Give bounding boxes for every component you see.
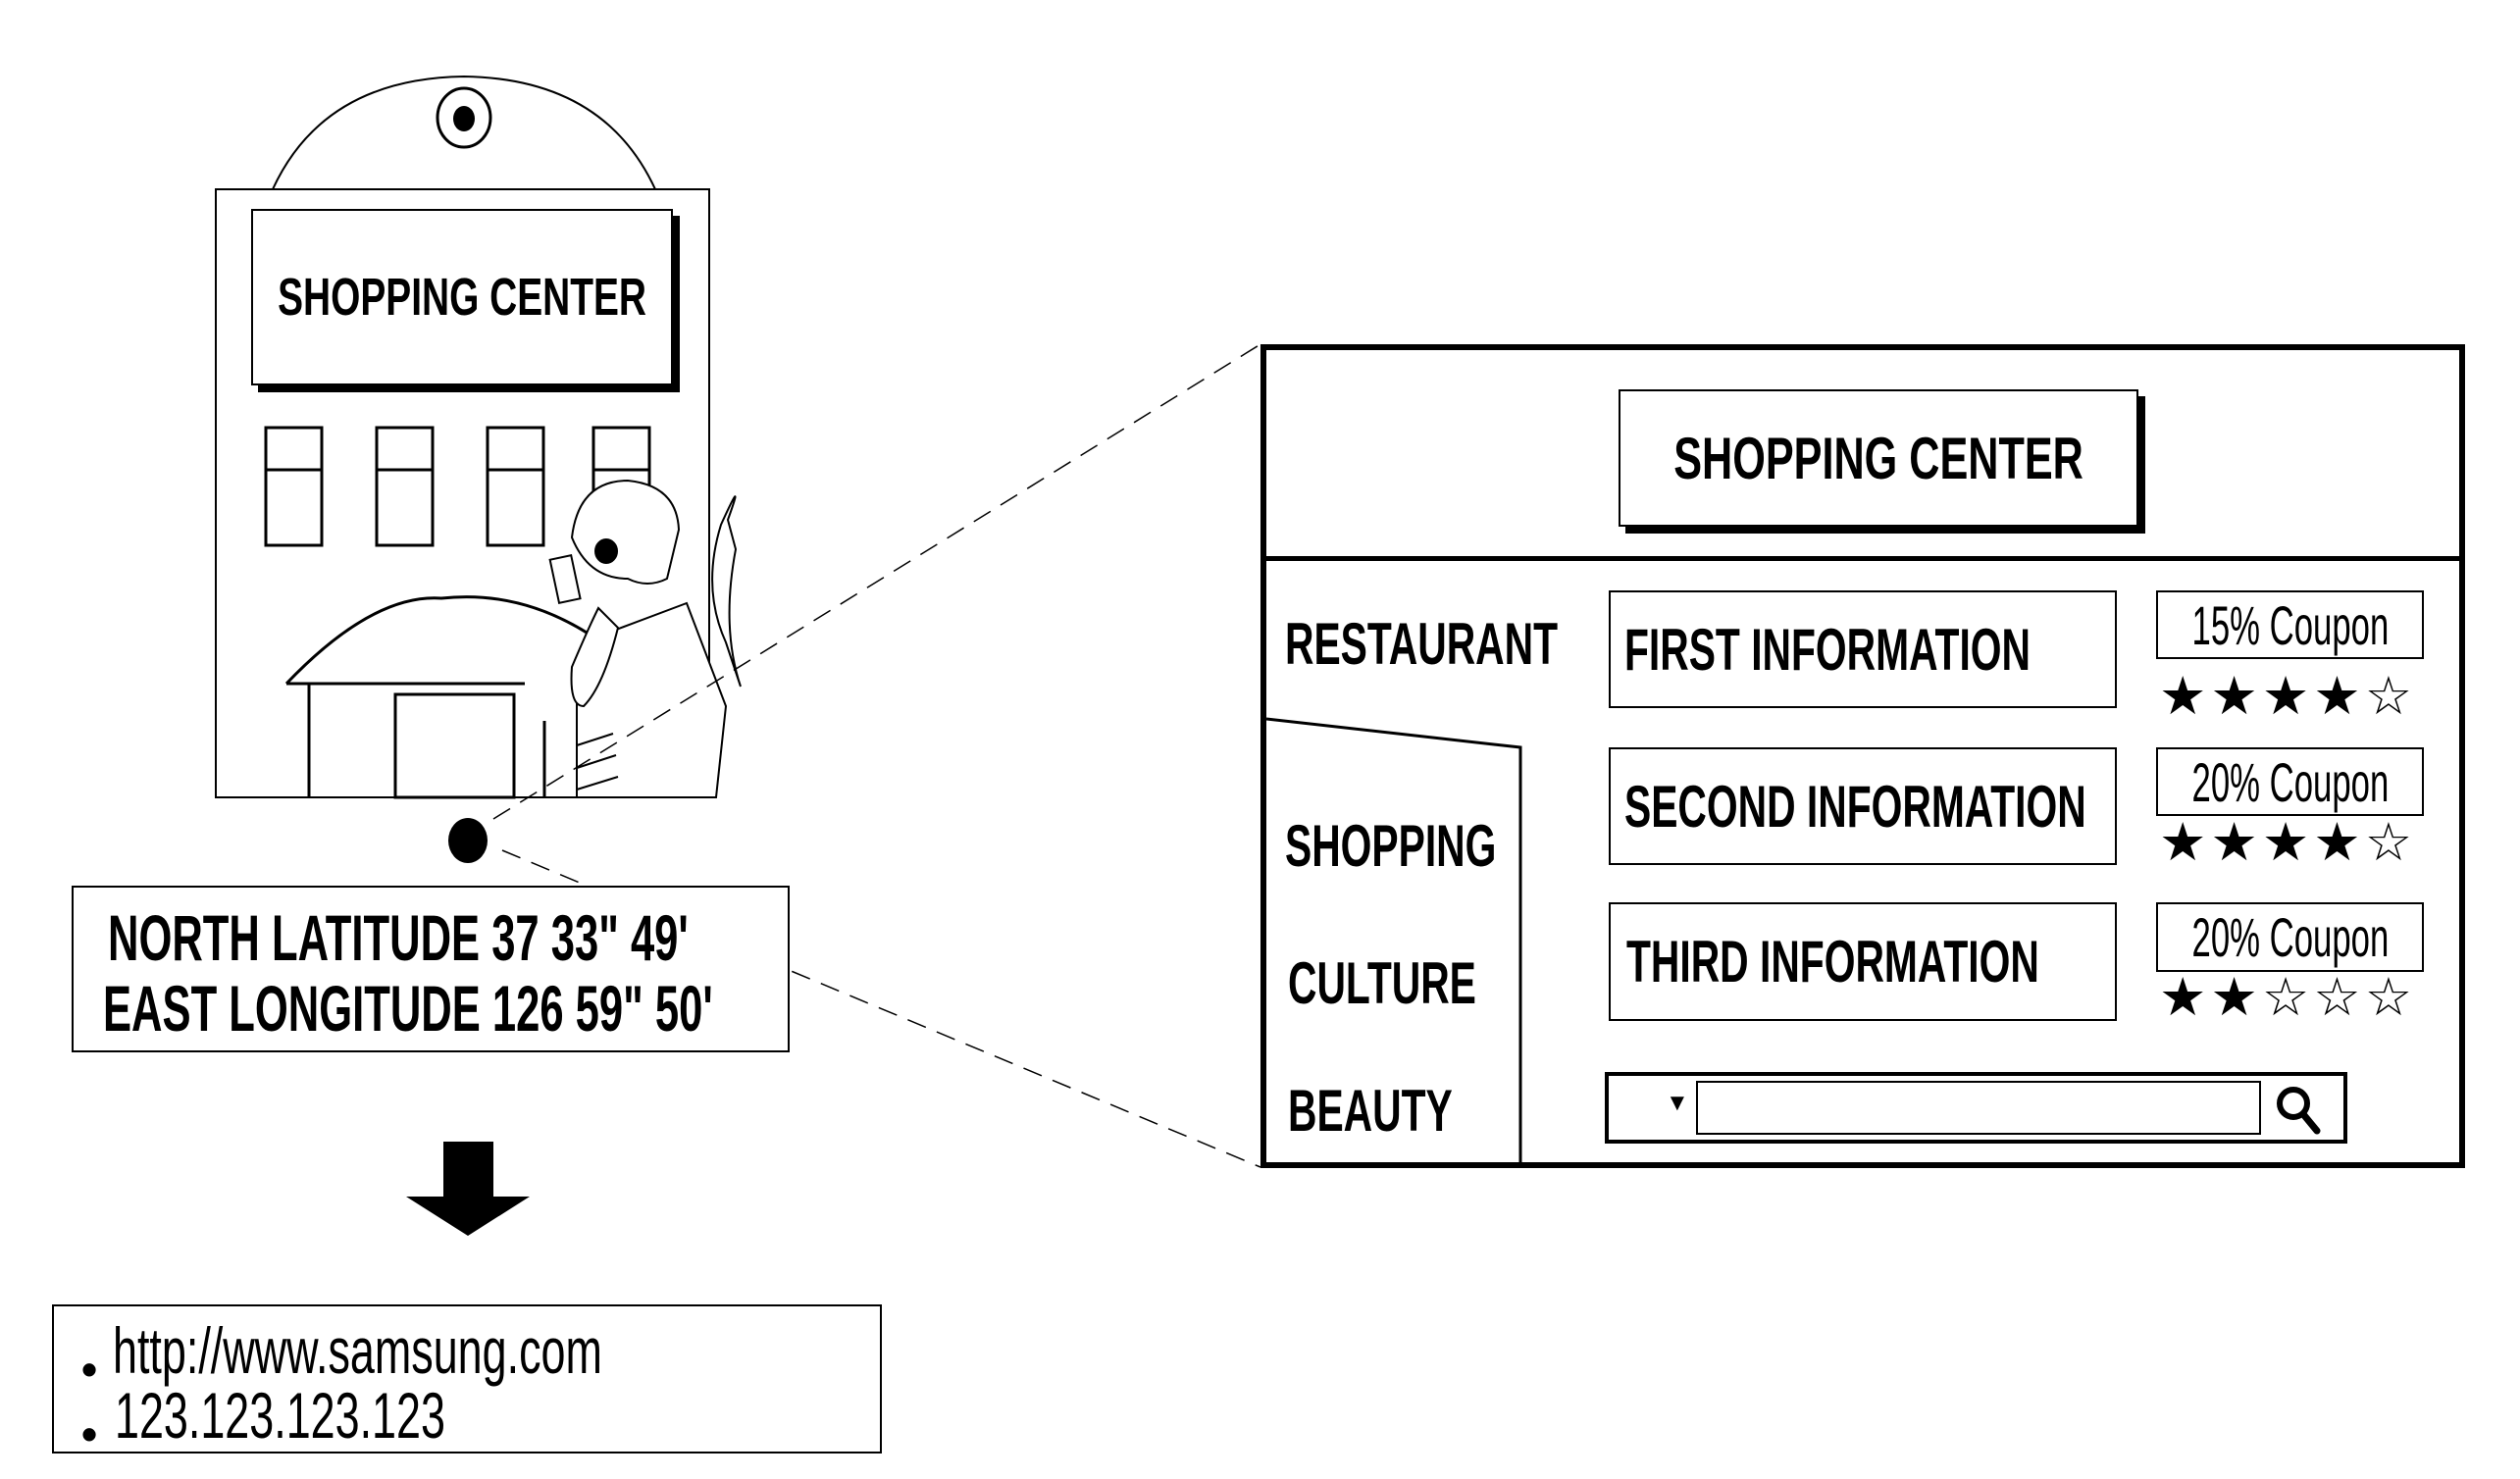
dome-window-center [453, 106, 475, 131]
star-filled-icon: ★ [2159, 813, 2207, 872]
longitude-text: EAST LONGITUDE 126 59" 50' [103, 972, 713, 1045]
search-input[interactable] [1696, 1081, 2261, 1135]
star-empty-icon: ☆ [2261, 968, 2310, 1027]
info-box-second[interactable]: SECOND INFORMATION [1609, 747, 2117, 865]
window [375, 426, 435, 547]
star-filled-icon: ★ [2159, 667, 2207, 726]
category-shopping[interactable]: SHOPPING [1285, 817, 1596, 876]
star-empty-icon: ☆ [2364, 968, 2413, 1027]
rating-stars-second: ★ ★ ★ ★ ☆ [2159, 816, 2412, 869]
star-filled-icon: ★ [2313, 667, 2361, 726]
down-arrow-icon [406, 1142, 530, 1236]
star-filled-icon: ★ [2313, 813, 2361, 872]
info-box-first[interactable]: FIRST INFORMATION [1609, 590, 2117, 708]
star-empty-icon: ☆ [2364, 667, 2413, 726]
coupon-box-first[interactable]: 15% Coupon [2156, 590, 2424, 659]
category-beauty[interactable]: BEAUTY [1288, 1082, 1530, 1141]
search-bar: ▼ [1605, 1072, 2347, 1144]
zoomed-panel: SHOPPING CENTER RESTAURANT SHOPPING CULT… [1260, 344, 2465, 1168]
star-empty-icon: ☆ [2313, 968, 2361, 1027]
rating-stars-first: ★ ★ ★ ★ ☆ [2159, 670, 2412, 723]
latitude-text: NORTH LATITUDE 37 33" 49' [108, 901, 689, 974]
location-dot-icon [448, 818, 488, 863]
entrance-door [393, 692, 516, 799]
window [486, 426, 545, 547]
dropdown-arrow-icon[interactable]: ▼ [1666, 1090, 1689, 1117]
star-filled-icon: ★ [2159, 968, 2207, 1027]
coupon-box-third[interactable]: 20% Coupon [2156, 902, 2424, 972]
building-sign-text: SHOPPING CENTER [278, 268, 646, 327]
building-sign: SHOPPING CENTER [251, 209, 673, 385]
star-empty-icon: ☆ [2364, 813, 2413, 872]
star-filled-icon: ★ [2261, 667, 2310, 726]
star-filled-icon: ★ [2210, 667, 2258, 726]
info-box-third[interactable]: THIRD INFORMATION [1609, 902, 2117, 1021]
category-culture[interactable]: CULTURE [1288, 954, 1565, 1013]
coupon-box-second[interactable]: 20% Coupon [2156, 747, 2424, 816]
star-filled-icon: ★ [2210, 968, 2258, 1027]
star-filled-icon: ★ [2210, 813, 2258, 872]
rating-stars-third: ★ ★ ☆ ☆ ☆ [2159, 971, 2412, 1024]
window [264, 426, 324, 547]
result-box: • http://www.samsung.com • 123.123.123.123 [52, 1304, 882, 1456]
search-icon[interactable] [2274, 1084, 2323, 1137]
coordinates-box: NORTH LATITUDE 37 33" 49' EAST LONGITUDE… [72, 886, 790, 1052]
star-filled-icon: ★ [2261, 813, 2310, 872]
result-item-ip[interactable]: • 123.123.123.123 [81, 1383, 601, 1456]
